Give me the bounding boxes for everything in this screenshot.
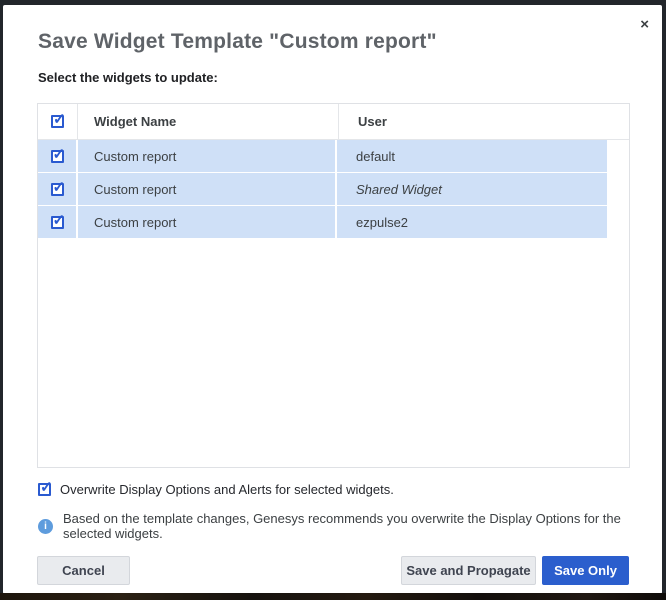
- row-check-cell: [38, 206, 78, 238]
- save-widget-template-dialog: × Save Widget Template "Custom report" S…: [3, 5, 662, 594]
- table-body: Custom report default Custom report Shar…: [38, 140, 607, 239]
- dialog-subtitle: Select the widgets to update:: [38, 70, 218, 85]
- dialog-title: Save Widget Template "Custom report": [38, 30, 437, 54]
- table-row[interactable]: Custom report Shared Widget: [38, 173, 607, 206]
- save-and-propagate-button[interactable]: Save and Propagate: [401, 556, 536, 585]
- row-user: Shared Widget: [337, 173, 607, 205]
- row-widget-name: Custom report: [78, 206, 337, 238]
- select-all-checkbox[interactable]: [51, 115, 64, 128]
- overwrite-checkbox[interactable]: [38, 483, 51, 496]
- footer-action-group: Save and Propagate Save Only: [401, 556, 629, 585]
- row-checkbox[interactable]: [51, 183, 64, 196]
- table-row[interactable]: Custom report ezpulse2: [38, 206, 607, 239]
- close-icon[interactable]: ×: [640, 17, 649, 32]
- background-page-edge: [0, 593, 666, 600]
- dialog-footer: Cancel Save and Propagate Save Only: [37, 556, 629, 585]
- column-header-user: User: [339, 104, 629, 139]
- save-only-button[interactable]: Save Only: [542, 556, 629, 585]
- column-header-widget-name: Widget Name: [78, 104, 339, 139]
- row-check-cell: [38, 140, 78, 172]
- table-row[interactable]: Custom report default: [38, 140, 607, 173]
- cancel-button[interactable]: Cancel: [37, 556, 130, 585]
- info-note-text: Based on the template changes, Genesys r…: [63, 511, 662, 541]
- row-checkbox[interactable]: [51, 150, 64, 163]
- row-check-cell: [38, 173, 78, 205]
- overwrite-label: Overwrite Display Options and Alerts for…: [60, 482, 394, 497]
- row-checkbox[interactable]: [51, 216, 64, 229]
- row-user: ezpulse2: [337, 206, 607, 238]
- select-all-cell: [38, 104, 78, 139]
- row-user: default: [337, 140, 607, 172]
- overwrite-option-row: Overwrite Display Options and Alerts for…: [38, 482, 394, 497]
- widgets-table: Widget Name User Custom report default C…: [37, 103, 630, 468]
- info-icon: i: [38, 519, 53, 534]
- table-header-row: Widget Name User: [38, 104, 629, 140]
- row-widget-name: Custom report: [78, 173, 337, 205]
- row-widget-name: Custom report: [78, 140, 337, 172]
- info-note-row: i Based on the template changes, Genesys…: [38, 511, 662, 541]
